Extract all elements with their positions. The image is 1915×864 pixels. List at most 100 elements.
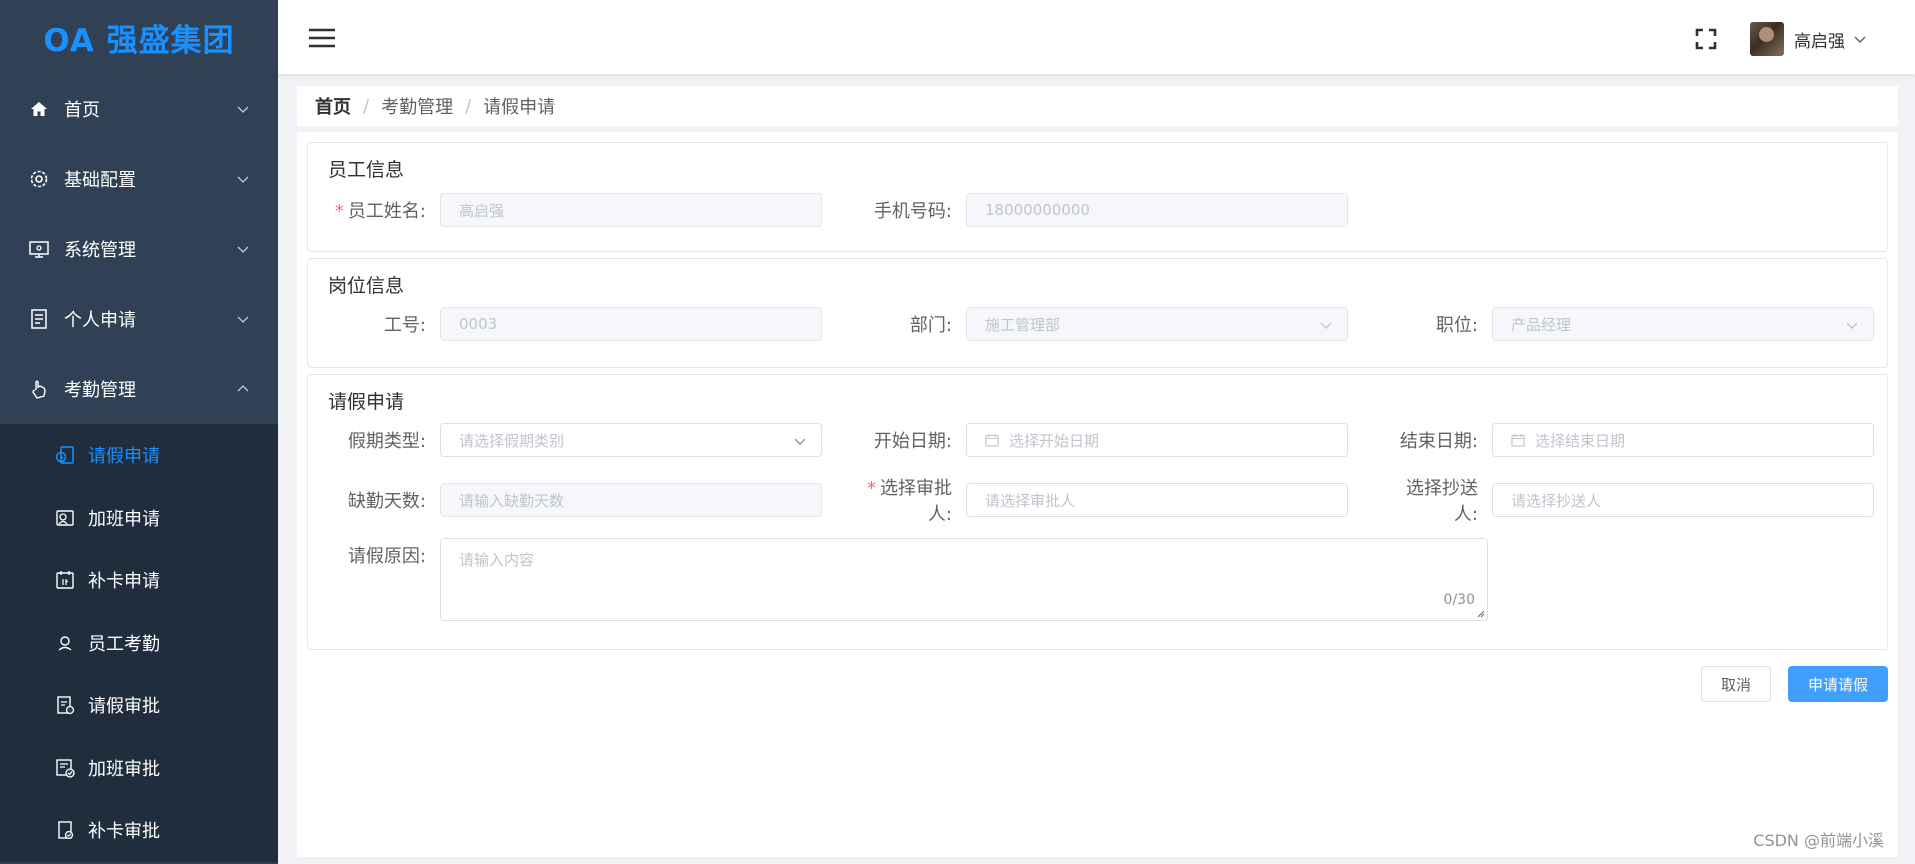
chevron-down-icon xyxy=(237,106,249,113)
card-title-position: 岗位信息 xyxy=(328,275,405,297)
submenu-item-staff-attendance[interactable]: 员工考勤 xyxy=(0,611,278,674)
job-select: 产品经理 xyxy=(1492,307,1874,341)
start-date-field: 开始日期: 选择开始日期 xyxy=(856,423,1348,457)
start-date-picker[interactable]: 选择开始日期 xyxy=(966,423,1348,457)
breadcrumb-separator: / xyxy=(363,95,370,117)
fullscreen-icon[interactable] xyxy=(1695,28,1717,50)
end-date-field: 结束日期: 选择结束日期 xyxy=(1382,423,1874,457)
chevron-up-icon xyxy=(237,385,249,392)
approval-icon xyxy=(54,694,76,716)
breadcrumb: 首页 / 考勤管理 / 请假申请 xyxy=(297,86,1898,126)
submenu-item-card-apply[interactable]: 补卡申请 xyxy=(0,549,278,612)
job-field: 职位: 产品经理 xyxy=(1382,307,1874,341)
submenu-item-label: 补卡审批 xyxy=(88,821,160,843)
user-dropdown[interactable]: 高启强 xyxy=(1750,22,1867,56)
employee-id-input: 0003 xyxy=(440,307,822,341)
phone-label: 手机号码: xyxy=(873,201,952,222)
main-area: 首页 / 考勤管理 / 请假申请 员工信息 * 员工姓名: 高启强 手机号码: 1… xyxy=(278,74,1915,864)
cc-input[interactable]: 请选择抄送人 xyxy=(1492,483,1874,517)
logo[interactable]: OA 强盛集团 xyxy=(0,0,278,74)
job-value: 产品经理 xyxy=(1511,315,1572,334)
char-counter: 0/30 xyxy=(1443,592,1475,608)
cc-label: 选择抄送人: xyxy=(1406,478,1478,525)
submenu-item-label: 补卡申请 xyxy=(88,571,160,593)
chevron-down-icon xyxy=(237,316,249,323)
leave-type-label: 假期类型: xyxy=(347,431,426,452)
menu-item-label: 个人申请 xyxy=(64,310,136,331)
form-panel: 员工信息 * 员工姓名: 高启强 手机号码: 18000000000 岗位信息 工… xyxy=(297,132,1898,857)
gear-icon xyxy=(28,168,50,190)
end-date-label: 结束日期: xyxy=(1399,431,1478,452)
chevron-down-icon xyxy=(237,246,249,253)
department-select: 施工管理部 xyxy=(966,307,1348,341)
submenu-item-overtime-approval[interactable]: 加班审批 xyxy=(0,736,278,799)
chevron-down-icon xyxy=(1846,322,1858,329)
overtime-icon xyxy=(54,507,76,529)
document-icon xyxy=(28,308,50,330)
calendar-icon xyxy=(985,434,999,447)
menu-item-home[interactable]: 首页 xyxy=(0,74,278,144)
leave-reason-placeholder: 请输入内容 xyxy=(459,551,535,569)
card-title-leave: 请假申请 xyxy=(328,391,405,413)
menu-item-personal-apply[interactable]: 个人申请 xyxy=(0,284,278,354)
employee-id-field: 工号: 0003 xyxy=(330,307,822,341)
menu-item-label: 首页 xyxy=(64,100,100,121)
breadcrumb-item-home[interactable]: 首页 xyxy=(315,93,351,119)
submenu-item-card-approval[interactable]: 补卡审批 xyxy=(0,799,278,862)
card-title-employee: 员工信息 xyxy=(328,159,405,181)
submit-leave-button[interactable]: 申请请假 xyxy=(1788,666,1888,702)
submenu-item-leave-approval[interactable]: 请假审批 xyxy=(0,674,278,737)
approver-field: * 选择审批人: 请选择审批人 xyxy=(856,478,1348,525)
approval-check-icon xyxy=(54,757,76,779)
menu-item-system[interactable]: 系统管理 xyxy=(0,214,278,284)
submenu-item-label: 请假审批 xyxy=(88,696,160,718)
approver-input[interactable]: 请选择审批人 xyxy=(966,483,1348,517)
start-date-placeholder: 选择开始日期 xyxy=(1009,431,1100,450)
leave-reason-field: 请假原因: xyxy=(330,538,440,572)
leave-type-field: 假期类型: 请选择假期类别 xyxy=(330,423,822,457)
menu-item-basic-config[interactable]: 基础配置 xyxy=(0,144,278,214)
cancel-button[interactable]: 取消 xyxy=(1701,666,1771,702)
position-info-card: 岗位信息 工号: 0003 部门: 施工管理部 职位: 产品经理 xyxy=(307,258,1888,368)
chevron-down-icon xyxy=(794,438,806,445)
user-name: 高启强 xyxy=(1794,31,1845,52)
submenu-item-label: 员工考勤 xyxy=(88,633,160,655)
leave-apply-card: 请假申请 假期类型: 请选择假期类别 开始日期: 选择开始日期 结束日期: 选择… xyxy=(307,374,1888,650)
approver-label: * 选择审批人: xyxy=(867,478,952,525)
leave-icon xyxy=(54,444,76,466)
sidebar: OA 强盛集团 首页 基础配置 系统管理 个人申请 考勤管理 请假申请 加班申请… xyxy=(0,0,278,864)
calendar-icon xyxy=(1511,434,1525,447)
top-navbar: 高启强 xyxy=(278,0,1915,74)
end-date-picker[interactable]: 选择结束日期 xyxy=(1492,423,1874,457)
submenu-item-label: 加班审批 xyxy=(88,758,160,780)
card-icon xyxy=(54,569,76,591)
home-icon xyxy=(28,98,50,120)
leave-type-select[interactable]: 请选择假期类别 xyxy=(440,423,822,457)
department-value: 施工管理部 xyxy=(985,315,1061,334)
menu-item-label: 基础配置 xyxy=(64,170,136,191)
job-label: 职位: xyxy=(1435,315,1478,336)
phone-field: 手机号码: 18000000000 xyxy=(856,193,1348,227)
submenu-item-label: 加班申请 xyxy=(88,508,160,530)
watermark: CSDN @前端小溪 xyxy=(1753,831,1884,850)
avatar xyxy=(1750,22,1784,56)
leave-reason-textarea[interactable]: 请输入内容 0/30 xyxy=(440,538,1488,621)
start-date-label: 开始日期: xyxy=(873,431,952,452)
breadcrumb-separator: / xyxy=(465,95,472,117)
submenu-item-leave-apply[interactable]: 请假申请 xyxy=(0,424,278,487)
resize-handle-icon[interactable] xyxy=(1475,608,1485,618)
monitor-icon xyxy=(28,238,50,260)
menu-item-attendance[interactable]: 考勤管理 xyxy=(0,354,278,424)
employee-name-input: 高启强 xyxy=(440,193,822,227)
department-label: 部门: xyxy=(909,315,952,336)
logo-text: OA 强盛集团 xyxy=(43,22,235,59)
card-approve-icon xyxy=(54,819,76,841)
submenu-item-overtime-apply[interactable]: 加班申请 xyxy=(0,486,278,549)
hamburger-menu-icon[interactable] xyxy=(308,27,336,49)
leave-type-placeholder: 请选择假期类别 xyxy=(459,431,565,450)
end-date-placeholder: 选择结束日期 xyxy=(1535,431,1626,450)
menu-item-label: 系统管理 xyxy=(64,240,136,261)
absence-days-label: 缺勤天数: xyxy=(347,491,426,512)
breadcrumb-item-leave-apply: 请假申请 xyxy=(483,97,556,118)
phone-input: 18000000000 xyxy=(966,193,1348,227)
